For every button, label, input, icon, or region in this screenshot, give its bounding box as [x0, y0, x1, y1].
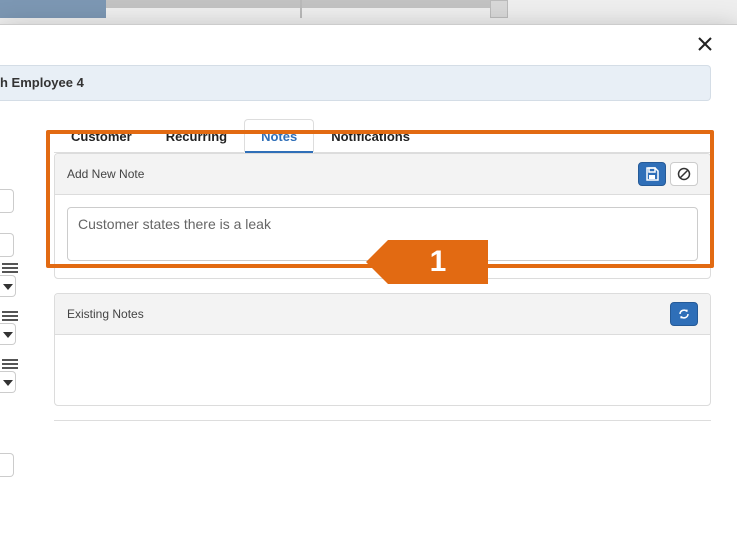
- frag-box: [0, 189, 14, 213]
- refresh-notes-button[interactable]: [670, 302, 698, 326]
- tab-content-notes: Add New Note: [54, 153, 711, 538]
- chevron-down-icon: [3, 332, 13, 338]
- refresh-icon: [677, 307, 691, 321]
- add-note-title: Add New Note: [67, 167, 144, 181]
- existing-notes-title: Existing Notes: [67, 307, 144, 321]
- tab-bar: Customer Recurring Notes Notifications: [54, 119, 711, 153]
- left-sidebar-fragments: [0, 153, 20, 538]
- frag-dropdown[interactable]: [0, 275, 16, 297]
- note-textarea[interactable]: [67, 207, 698, 261]
- save-icon: [645, 167, 659, 181]
- chevron-down-icon: [3, 284, 13, 290]
- frag-box: [0, 453, 14, 477]
- add-note-panel: Add New Note: [54, 153, 711, 279]
- tab-notes[interactable]: Notes: [244, 119, 314, 153]
- chevron-down-icon: [3, 380, 13, 386]
- cancel-icon: [677, 167, 691, 181]
- frag-box: [0, 233, 14, 257]
- background-app: [0, 0, 737, 24]
- existing-notes-panel: Existing Notes: [54, 293, 711, 406]
- tab-notifications[interactable]: Notifications: [314, 119, 427, 153]
- save-note-button[interactable]: [638, 162, 666, 186]
- modal-header: h Employee 4: [0, 65, 711, 101]
- tab-recurring[interactable]: Recurring: [149, 119, 244, 153]
- bg-divider: [300, 0, 302, 18]
- existing-notes-header: Existing Notes: [55, 294, 710, 335]
- add-note-header: Add New Note: [55, 154, 710, 195]
- bg-selected-segment: [0, 0, 106, 18]
- frag-dropdown[interactable]: [0, 371, 16, 393]
- existing-notes-body: [55, 335, 710, 405]
- bg-greybox: [490, 0, 508, 18]
- frag-dropdown[interactable]: [0, 323, 16, 345]
- tab-customer[interactable]: Customer: [54, 119, 149, 153]
- close-button[interactable]: [695, 35, 715, 55]
- content-separator: [54, 420, 711, 421]
- modal-title: h Employee 4: [0, 75, 84, 90]
- close-icon: [698, 37, 712, 51]
- cancel-note-button[interactable]: [670, 162, 698, 186]
- modal-dialog: h Employee 4 Customer Recurring Notes No…: [0, 24, 737, 538]
